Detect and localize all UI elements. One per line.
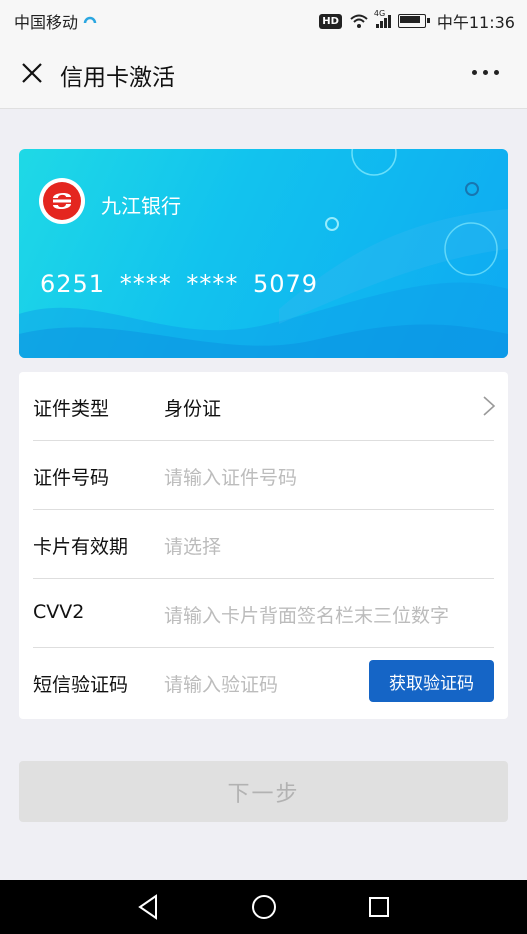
id-type-row[interactable]: 证件类型 身份证 bbox=[19, 372, 508, 441]
id-number-row: 证件号码 请输入证件号码 bbox=[19, 441, 508, 510]
status-bar: 中国移动 HD 4G 中午11:36 bbox=[0, 0, 527, 40]
chevron-right-icon bbox=[483, 396, 496, 416]
cvv-input[interactable]: 请输入卡片背面签名栏末三位数字 bbox=[164, 601, 449, 628]
next-step-button[interactable]: 下一步 bbox=[19, 761, 508, 822]
battery-icon bbox=[397, 14, 430, 28]
get-code-button[interactable]: 获取验证码 bbox=[369, 660, 494, 702]
hd-badge: HD bbox=[319, 13, 342, 29]
id-number-input[interactable]: 请输入证件号码 bbox=[164, 463, 297, 490]
sms-code-input[interactable]: 请输入验证码 bbox=[164, 670, 278, 697]
loading-icon bbox=[83, 16, 97, 24]
page-title: 信用卡激活 bbox=[60, 65, 175, 91]
network-type-label: 4G bbox=[373, 8, 386, 18]
card-wave-decoration bbox=[19, 149, 508, 358]
more-dots-icon[interactable] bbox=[472, 70, 499, 75]
expiry-select[interactable]: 请选择 bbox=[164, 532, 221, 559]
id-type-value[interactable]: 身份证 bbox=[164, 394, 221, 421]
system-navigation-bar bbox=[0, 880, 527, 934]
card-number: 6251 **** **** 5079 bbox=[40, 270, 319, 298]
cvv-label: CVV2 bbox=[33, 601, 85, 623]
home-icon[interactable] bbox=[250, 893, 278, 921]
sms-code-label: 短信验证码 bbox=[33, 674, 129, 696]
bank-name: 九江银行 bbox=[101, 194, 181, 218]
wifi-icon bbox=[350, 14, 368, 28]
id-type-label: 证件类型 bbox=[33, 398, 110, 420]
bank-logo-icon bbox=[39, 178, 85, 224]
sms-code-row: 短信验证码 请输入验证码 获取验证码 bbox=[19, 648, 508, 717]
expiry-row[interactable]: 卡片有效期 请选择 bbox=[19, 510, 508, 579]
recent-apps-icon[interactable] bbox=[367, 893, 391, 921]
credit-card: 九江银行 6251 **** **** 5079 bbox=[19, 149, 508, 358]
activation-form: 证件类型 身份证 证件号码 请输入证件号码 卡片有效期 请选择 CVV2 请输入… bbox=[19, 372, 508, 719]
cvv-row: CVV2 请输入卡片背面签名栏末三位数字 bbox=[19, 579, 508, 648]
signal-icon: 4G bbox=[374, 9, 391, 28]
navigation-bar: 信用卡激活 bbox=[0, 40, 527, 109]
id-number-label: 证件号码 bbox=[33, 467, 110, 489]
close-icon[interactable] bbox=[20, 61, 44, 85]
carrier-name: 中国移动 bbox=[14, 13, 79, 32]
back-icon[interactable] bbox=[136, 893, 160, 921]
expiry-label: 卡片有效期 bbox=[33, 536, 129, 558]
status-time: 中午11:36 bbox=[436, 13, 515, 32]
